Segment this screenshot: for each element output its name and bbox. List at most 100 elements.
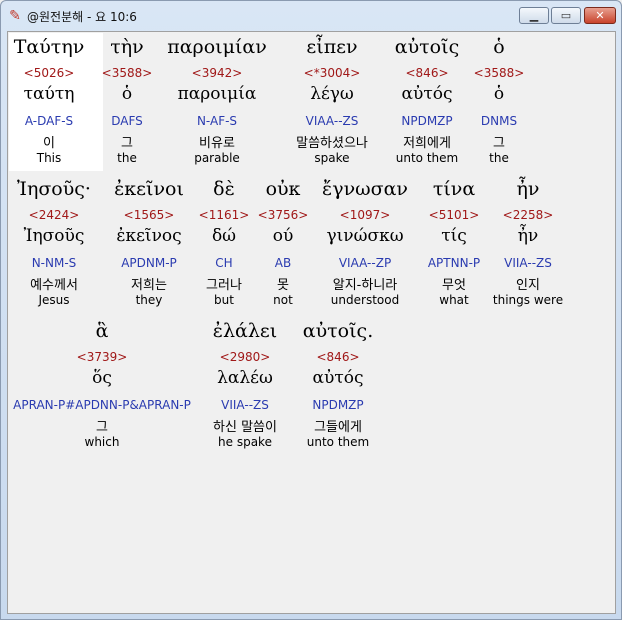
parse-code[interactable]: AB <box>275 256 291 270</box>
lemma: λέγω <box>310 84 354 104</box>
lemma: παροιμία <box>177 84 257 104</box>
lemma: λαλέω <box>217 368 273 388</box>
greek-word[interactable]: ἐλάλει <box>213 320 277 342</box>
korean-gloss: 인지 <box>516 278 540 293</box>
parse-code[interactable]: DAFS <box>111 114 143 128</box>
english-gloss: the <box>489 151 509 165</box>
parse-code[interactable]: DNMS <box>481 114 517 128</box>
korean-gloss: 그 <box>96 420 108 435</box>
greek-word[interactable]: τίνα <box>433 178 475 200</box>
parse-code[interactable]: NPDMZP <box>312 398 363 412</box>
strong-number[interactable]: <1565> <box>124 208 175 222</box>
greek-word[interactable]: οὐκ <box>266 178 301 200</box>
parse-code[interactable]: A-DAF-S <box>25 114 73 128</box>
lemma: Ἰησοῦς <box>23 226 85 246</box>
strong-number[interactable]: <2424> <box>29 208 80 222</box>
tool-icon[interactable]: ✎ <box>7 8 23 24</box>
parse-code[interactable]: APDNM-P <box>121 256 177 270</box>
strong-number[interactable]: <2980> <box>220 350 271 364</box>
english-gloss: understood <box>330 293 400 307</box>
parse-code[interactable]: APTNN-P <box>428 256 480 270</box>
english-gloss: he spake <box>218 435 272 449</box>
strong-number[interactable]: <3942> <box>192 66 243 80</box>
lemma: δώ <box>211 226 237 246</box>
strong-number[interactable]: <3756> <box>258 208 309 222</box>
english-gloss: Jesus <box>38 293 70 307</box>
parse-code[interactable]: CH <box>215 256 232 270</box>
english-gloss: not <box>273 293 293 307</box>
english-gloss: which <box>84 435 120 449</box>
english-gloss: unto them <box>395 151 459 165</box>
strong-number[interactable]: <5026> <box>24 66 75 80</box>
interlinear-panel: Ταύτην <5026> ταύτη A-DAF-S 이 This τὴν <… <box>7 31 616 614</box>
strong-number[interactable]: <3588> <box>102 66 153 80</box>
lemma: ὅς <box>92 368 112 388</box>
lemma: ού <box>272 226 294 246</box>
title-bar[interactable]: ✎ @원전분해 - 요 10:6 ▁ ▭ ✕ <box>1 1 621 31</box>
parse-code[interactable]: APRAN-P#APDNN-P&APRAN-P <box>13 398 191 412</box>
app-window: ✎ @원전분해 - 요 10:6 ▁ ▭ ✕ Ταύτην <5026> ταύ… <box>0 0 622 620</box>
strong-number[interactable]: <3588> <box>474 66 525 80</box>
parse-code[interactable]: VIAA--ZP <box>339 256 391 270</box>
greek-word[interactable]: ἦν <box>517 178 540 200</box>
korean-gloss: 알지-하니라 <box>332 278 398 293</box>
strong-number[interactable]: <*3004> <box>304 66 361 80</box>
greek-word[interactable]: αὐτοῖς. <box>303 320 373 342</box>
strong-number[interactable]: <2258> <box>503 208 554 222</box>
greek-word[interactable]: ὁ <box>493 36 504 58</box>
korean-gloss: 그 <box>493 136 505 151</box>
parse-code[interactable]: N-NM-S <box>32 256 77 270</box>
korean-gloss: 그들에게 <box>314 420 362 435</box>
greek-word[interactable]: εἶπεν <box>306 36 357 58</box>
lemma: ἐκεῖνος <box>116 226 182 246</box>
greek-word[interactable]: ἐκεῖνοι <box>114 178 184 200</box>
english-gloss: but <box>214 293 234 307</box>
lemma: ἦν <box>517 226 539 246</box>
close-button[interactable]: ✕ <box>584 7 616 24</box>
strong-number[interactable]: <3739> <box>77 350 128 364</box>
english-gloss: parable <box>194 151 240 165</box>
korean-gloss: 예수께서 <box>30 278 78 293</box>
korean-gloss: 비유로 <box>199 136 235 151</box>
korean-gloss: 그러나 <box>206 278 242 293</box>
english-gloss: what <box>439 293 469 307</box>
greek-word[interactable]: τὴν <box>110 36 143 58</box>
greek-word[interactable]: δὲ <box>213 178 235 200</box>
lemma: αὐτός <box>312 368 364 388</box>
parse-code[interactable]: VIAA--ZS <box>306 114 359 128</box>
strong-number[interactable]: <846> <box>316 350 359 364</box>
korean-gloss: 저희에게 <box>403 136 451 151</box>
lemma: ὁ <box>493 84 505 104</box>
parse-code[interactable]: N-AF-S <box>197 114 237 128</box>
lemma: γινώσκω <box>326 226 404 246</box>
parse-code[interactable]: VIIA--ZS <box>221 398 269 412</box>
english-gloss: unto them <box>306 435 370 449</box>
korean-gloss: 저희는 <box>131 278 167 293</box>
minimize-button[interactable]: ▁ <box>519 7 549 24</box>
greek-word[interactable]: Ἰησοῦς· <box>17 178 91 200</box>
strong-number[interactable]: <846> <box>405 66 448 80</box>
korean-gloss: 이 <box>43 136 55 151</box>
greek-word[interactable]: Ταύτην <box>14 36 85 58</box>
english-gloss: the <box>117 151 137 165</box>
korean-gloss: 무엇 <box>442 278 466 293</box>
english-gloss: they <box>135 293 163 307</box>
strong-number[interactable]: <5101> <box>429 208 480 222</box>
maximize-button[interactable]: ▭ <box>551 7 581 24</box>
greek-word[interactable]: ἔγνωσαν <box>322 178 408 200</box>
korean-gloss: 못 <box>277 278 289 293</box>
greek-word[interactable]: παροιμίαν <box>167 36 267 58</box>
english-gloss: This <box>36 151 62 165</box>
english-gloss: spake <box>314 151 350 165</box>
lemma: ὁ <box>121 84 133 104</box>
greek-word[interactable]: αὐτοῖς <box>395 36 459 58</box>
lemma: τίς <box>441 226 467 246</box>
parse-code[interactable]: VIIA--ZS <box>504 256 552 270</box>
english-gloss: things were <box>492 293 564 307</box>
korean-gloss: 그 <box>121 136 133 151</box>
lemma: ταύτη <box>23 84 75 104</box>
strong-number[interactable]: <1097> <box>340 208 391 222</box>
parse-code[interactable]: NPDMZP <box>401 114 452 128</box>
greek-word[interactable]: ἃ <box>96 320 109 342</box>
strong-number[interactable]: <1161> <box>199 208 250 222</box>
